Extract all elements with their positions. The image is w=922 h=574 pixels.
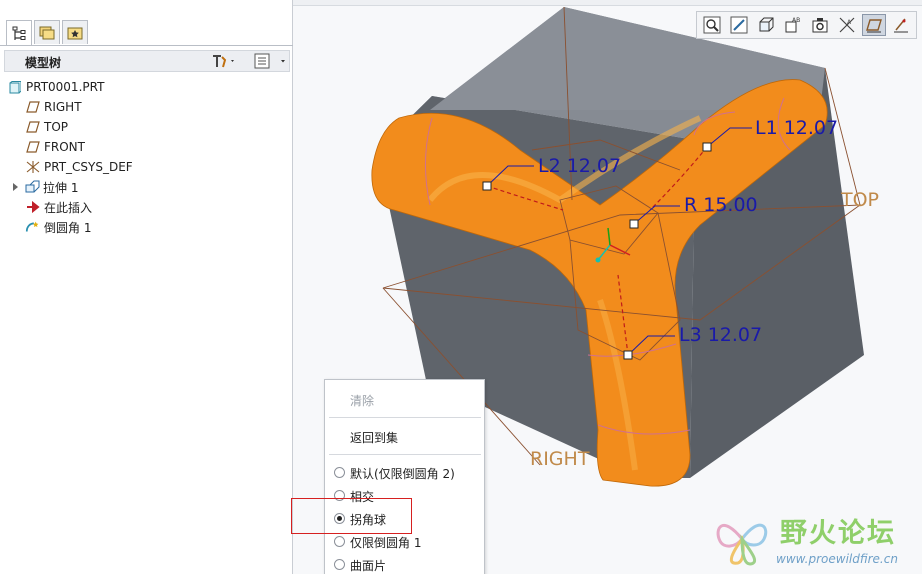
l2-drag-handle [482, 181, 492, 191]
zoom-refit-button[interactable] [700, 14, 724, 36]
context-menu: 清除 返回到集 默认(仅限倒圆角 2) 相交 拐角球 仅限倒圆角 1 曲面片 [324, 379, 485, 574]
annotation-highlight-box [291, 498, 412, 534]
watermark: 野火论坛 www.proewildfire.cn [710, 505, 922, 574]
display-style-button[interactable] [808, 14, 832, 36]
plane-label-top: TOP [841, 189, 880, 211]
r-drag-handle [629, 219, 639, 229]
plane-label-right: RIGHT [530, 448, 590, 470]
watermark-name: 野火论坛 [780, 518, 896, 549]
watermark-url: www.proewildfire.cn [776, 552, 898, 566]
zoom-icon [703, 16, 721, 34]
datum-point-icon [894, 18, 908, 33]
datum-planes-button[interactable] [862, 14, 886, 36]
menu-item-clear[interactable]: 清除 [350, 392, 509, 409]
app-window: 模型树 PRT0001.PRT RIGHT TOP FRONT PRT_CSYS… [0, 0, 922, 574]
menu-separator [329, 417, 481, 418]
cube-view-icon [759, 17, 774, 32]
dimension-l3[interactable]: L3 12.07 [679, 324, 762, 346]
zoom-out-icon [730, 16, 748, 34]
annotation-display-button[interactable]: AB [781, 14, 805, 36]
menu-option-default[interactable]: 默认(仅限倒圆角 2) [350, 465, 509, 482]
saved-views-button[interactable] [754, 14, 778, 36]
menu-option-round-1-only[interactable]: 仅限倒圆角 1 [350, 534, 509, 551]
dimension-l1[interactable]: L1 12.07 [755, 117, 838, 139]
dimension-l2[interactable]: L2 12.07 [538, 155, 621, 177]
radio-round-1-only[interactable] [334, 536, 345, 547]
datum-axes-button[interactable]: A [835, 14, 859, 36]
annotation-icon: AB [785, 17, 800, 33]
datum-axis-icon: A [839, 17, 855, 33]
svg-text:AB: AB [792, 17, 800, 24]
menu-option-patch[interactable]: 曲面片 [350, 557, 509, 574]
camera-icon [812, 18, 828, 33]
radio-default[interactable] [334, 467, 345, 478]
zoom-out-button[interactable] [727, 14, 751, 36]
menu-separator [329, 454, 481, 455]
butterfly-logo-icon [716, 523, 768, 566]
l3-drag-handle [623, 350, 633, 360]
view-toolbar: AB A [696, 11, 917, 39]
datum-points-button[interactable] [889, 14, 913, 36]
radio-patch[interactable] [334, 559, 345, 570]
menu-item-back-to-set[interactable]: 返回到集 [350, 429, 509, 446]
l1-drag-handle [702, 142, 712, 152]
datum-plane-display-icon [866, 19, 882, 33]
dimension-r[interactable]: R 15.00 [684, 194, 758, 216]
